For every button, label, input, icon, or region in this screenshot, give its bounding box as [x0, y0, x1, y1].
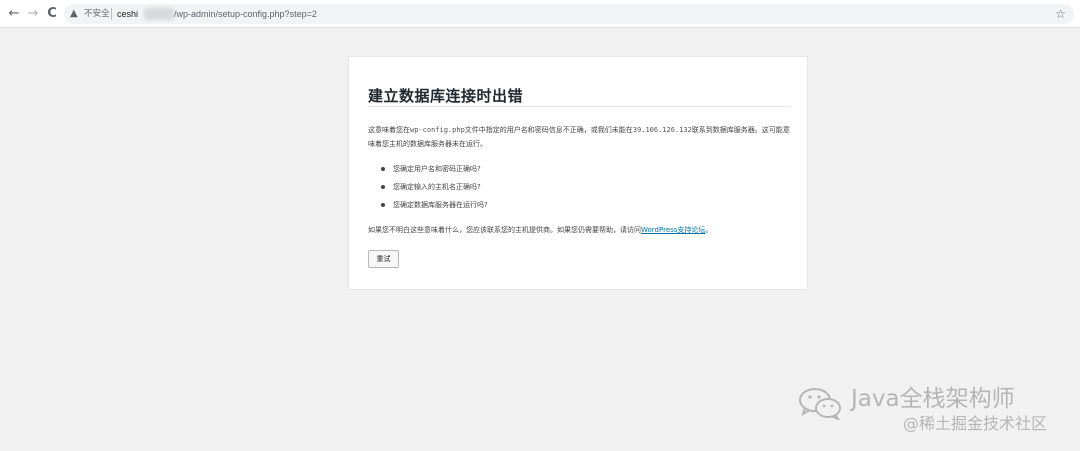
url-host: ceshi: [117, 9, 139, 19]
list-item-text: 您确定输入的主机名正确吗?: [393, 183, 481, 191]
list-item: 您确定输入的主机名正确吗?: [381, 178, 488, 196]
page-title: 建立数据库连接时出错: [368, 87, 524, 105]
url-redaction: [144, 8, 174, 20]
help-paragraph: 如果您不明白这些意味着什么，您应该联系您的主机提供商。如果您仍需要帮助，请访问W…: [368, 223, 798, 237]
watermark: Java全栈架构师 @稀土掘金技术社区: [797, 384, 1067, 438]
support-forum-link[interactable]: WordPress支持论坛: [641, 226, 705, 234]
list-item: 您确定用户名和密码正确吗?: [381, 160, 488, 178]
watermark-subtitle: @稀土掘金技术社区: [903, 414, 1048, 433]
browser-toolbar: ← → C ▲ 不安全 ceshi /wp-admin/setup-config…: [0, 0, 1080, 28]
insecure-label[interactable]: 不安全: [84, 7, 110, 21]
reload-icon[interactable]: C: [44, 6, 60, 22]
back-arrow-icon[interactable]: ←: [6, 6, 22, 22]
bullet-icon: [381, 185, 385, 189]
address-bar[interactable]: ▲ 不安全 ceshi /wp-admin/setup-config.php?s…: [64, 4, 1074, 24]
warning-icon[interactable]: ▲: [70, 7, 78, 21]
bullet-icon: [381, 167, 385, 171]
intro-middle: 文件中指定的用户名和密码信息不正确，或我们未能在: [464, 126, 633, 134]
help-suffix: 。: [705, 226, 713, 234]
forward-arrow-icon[interactable]: →: [25, 6, 41, 22]
url-path: /wp-admin/setup-config.php?step=2: [174, 9, 317, 19]
address-divider: [111, 8, 112, 20]
help-prefix: 如果您不明白这些意味着什么，您应该联系您的主机提供商。如果您仍需要帮助，请访问: [368, 226, 641, 234]
list-item-text: 您确定用户名和密码正确吗?: [393, 165, 481, 173]
server-ip: 39.106.126.132: [632, 126, 692, 134]
config-filename: wp-config.php: [410, 126, 465, 134]
list-item-text: 您确定数据库服务器在运行吗?: [393, 201, 488, 209]
watermark-title: Java全栈架构师: [851, 386, 1015, 412]
intro-prefix: 这意味着您在: [368, 126, 410, 134]
bookmark-star-icon[interactable]: ☆: [1055, 6, 1066, 22]
title-divider: [368, 106, 790, 107]
error-card: 建立数据库连接时出错 这意味着您在wp-config.php文件中指定的用户名和…: [348, 56, 808, 290]
intro-paragraph: 这意味着您在wp-config.php文件中指定的用户名和密码信息不正确，或我们…: [368, 123, 792, 151]
list-item: 您确定数据库服务器在运行吗?: [381, 196, 488, 214]
bullet-icon: [381, 203, 385, 207]
checklist: 您确定用户名和密码正确吗? 您确定输入的主机名正确吗? 您确定数据库服务器在运行…: [381, 160, 488, 214]
wechat-logo-icon: [799, 388, 841, 420]
retry-button[interactable]: 重试: [368, 250, 399, 268]
